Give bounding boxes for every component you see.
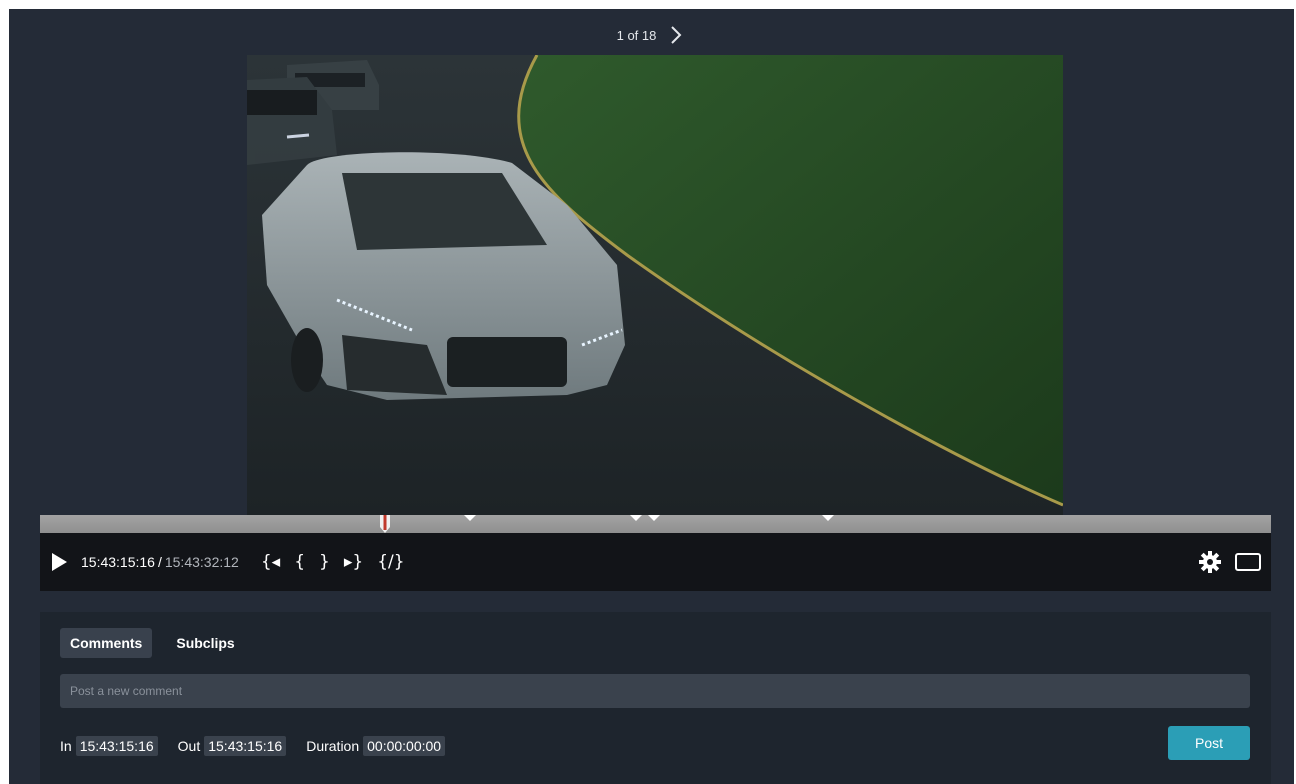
comment-marker-icon[interactable] [648,515,661,521]
playhead-handle[interactable] [379,515,391,533]
right-controls [1199,533,1261,591]
mark-in-button[interactable]: { [294,552,305,572]
chevron-right-icon[interactable] [666,25,686,45]
out-time-field[interactable]: 15:43:15:16 [204,736,287,756]
current-timecode: 15:43:15:16 [81,554,155,570]
go-to-in-button[interactable]: {◂ [261,552,280,572]
mark-controls: {◂ { } ▸} {/} [261,552,405,572]
duration-field: 00:00:00:00 [363,736,446,756]
time-range: In 15:43:15:16 Out 15:43:15:16 Duration … [60,736,465,756]
in-label: In [60,738,72,754]
comment-marker-icon[interactable] [629,515,642,521]
timecode: 15:43:15:16/15:43:32:12 [81,554,239,570]
pager-label: 1 of 18 [616,27,657,43]
in-time-field[interactable]: 15:43:15:16 [75,736,158,756]
post-button[interactable]: Post [1168,726,1250,760]
go-to-out-button[interactable]: ▸} [344,552,363,572]
comment-marker-icon[interactable] [821,515,834,521]
play-icon[interactable] [51,553,67,571]
theater-mode-icon[interactable] [1235,553,1261,571]
duration-label: Duration [306,738,360,754]
out-label: Out [177,738,201,754]
pager: 1 of 18 [9,23,1294,47]
clear-marks-button[interactable]: {/} [377,552,404,572]
timeline-scrubber[interactable] [40,515,1271,533]
comment-marker-icon[interactable] [463,515,476,521]
tab-bar: Comments Subclips [60,628,245,658]
player-controls: 15:43:15:16/15:43:32:12 {◂ { } ▸} {/} [40,533,1271,591]
comment-input[interactable] [60,674,1250,708]
mark-out-button[interactable]: } [319,552,330,572]
tab-comments[interactable]: Comments [60,628,153,658]
comments-panel: Comments Subclips In 15:43:15:16 Out 15:… [40,612,1271,784]
duration-timecode: 15:43:32:12 [164,554,239,570]
tab-subclips[interactable]: Subclips [166,628,244,658]
video-frame[interactable] [247,55,1063,515]
timecode-separator: / [157,554,162,570]
review-app: 1 of 18 15:43:15:16 / 15:43:32:12 {◂ {}… [9,9,1294,784]
gear-icon[interactable] [1199,551,1221,573]
